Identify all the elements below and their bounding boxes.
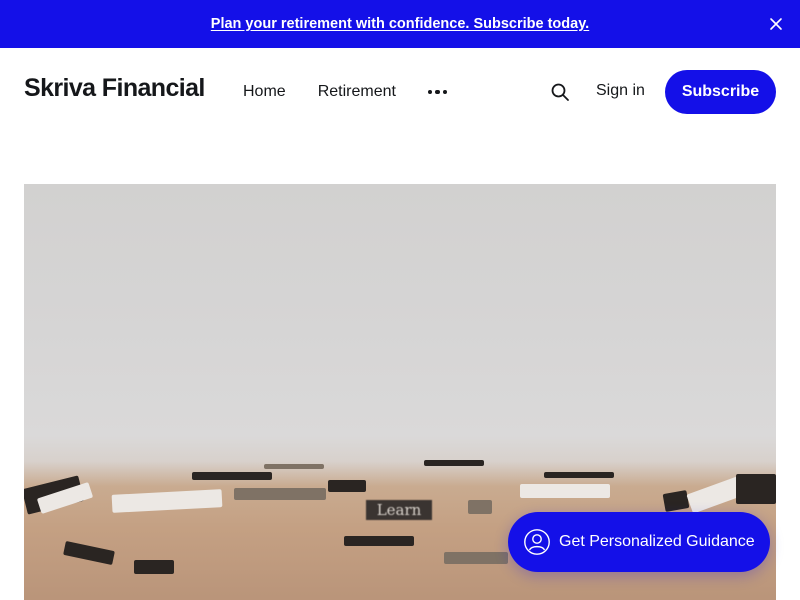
close-icon[interactable] [768,16,784,32]
guidance-label: Get Personalized Guidance [559,533,755,550]
signin-link[interactable]: Sign in [596,82,645,100]
personalized-guidance-button[interactable]: Get Personalized Guidance [508,512,770,572]
main-nav: Home Retirement [243,83,448,101]
announcement-bar: Plan your retirement with confidence. Su… [0,0,800,48]
ellipsis-icon[interactable] [427,83,448,101]
hero-image-text: Learn [366,500,432,520]
nav-item-retirement[interactable]: Retirement [318,83,396,101]
user-circle-icon [524,529,550,555]
site-title[interactable]: Skriva Financial [24,74,205,103]
site-header: Skriva Financial Home Retirement Sign in… [0,48,800,136]
subscribe-button[interactable]: Subscribe [665,70,776,114]
nav-item-home[interactable]: Home [243,83,286,101]
announcement-link[interactable]: Plan your retirement with confidence. Su… [211,16,589,32]
search-icon[interactable] [550,82,570,102]
